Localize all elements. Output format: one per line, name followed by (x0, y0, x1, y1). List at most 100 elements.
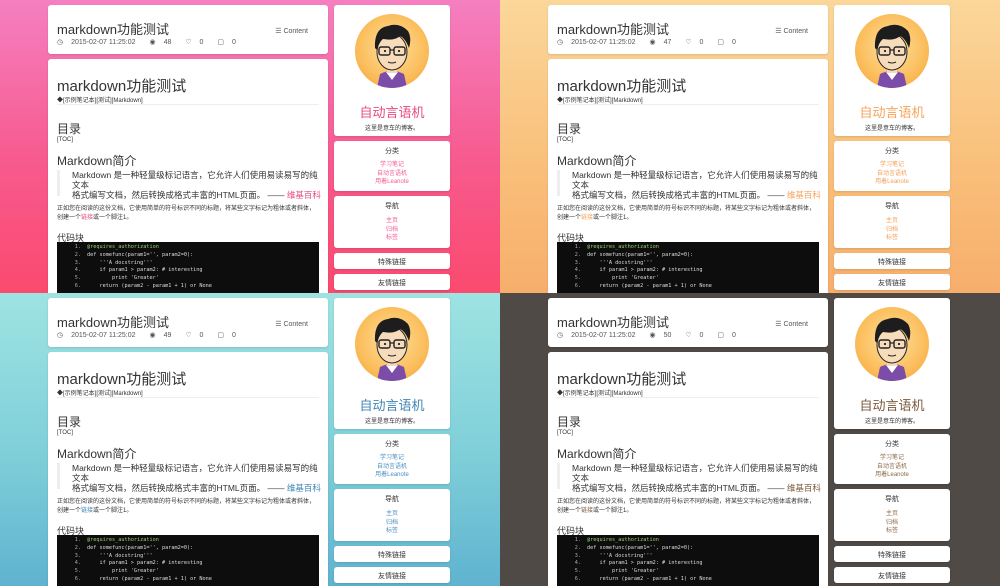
nav-link-tags[interactable]: 标签 (334, 527, 450, 536)
para-text: 或一个脚注1。 (593, 215, 633, 221)
line-number: 4. (74, 267, 81, 274)
nav-link-archive[interactable]: 归档 (334, 226, 450, 235)
comments-meta[interactable]: ▢ 0 (717, 332, 741, 339)
heading-intro: Markdown简介 (57, 447, 137, 461)
code-text: return (param2 - param1 + 1) or None (587, 282, 712, 289)
special-links-card[interactable]: 特殊链接 (834, 546, 950, 562)
friend-links-card[interactable]: 友情链接 (834, 274, 950, 290)
special-links-card[interactable]: 特殊链接 (834, 253, 950, 269)
para-text: 或一个脚注1。 (93, 215, 133, 221)
comments-meta[interactable]: ▢ 0 (217, 332, 241, 339)
category-link[interactable]: 学习笔记 (334, 161, 450, 170)
likes-meta[interactable]: ♡ 0 (685, 332, 709, 339)
quote-dash: —— (767, 190, 785, 200)
avatar[interactable] (855, 307, 929, 381)
friend-links-title[interactable]: 友情链接 (834, 278, 950, 288)
line-number: 2. (574, 544, 581, 551)
paragraph: 正如您在阅读的这份文档，它使用简单的符号标识不同的标题，将某些文字标记为粗体或者… (557, 498, 822, 516)
line-number: 1. (74, 244, 81, 250)
category-link[interactable]: 用着Leanote (834, 471, 950, 480)
article-tags[interactable]: ◆[示例笔记本][测试][Markdown] (557, 95, 643, 104)
toc-placeholder: [TOC] (57, 137, 73, 143)
article-card: markdown功能测试 ◆[示例笔记本][测试][Markdown] 目录 [… (548, 352, 828, 586)
friend-links-card[interactable]: 友情链接 (834, 567, 950, 583)
category-link[interactable]: 学习笔记 (334, 454, 450, 463)
special-links-title[interactable]: 特殊链接 (334, 257, 450, 267)
content-toggle-button[interactable]: ☰ Content (275, 27, 308, 35)
content-toggle-button[interactable]: ☰ Content (775, 320, 808, 328)
nav-link-archive[interactable]: 归档 (334, 519, 450, 528)
post-title[interactable]: markdown功能测试 (557, 312, 669, 331)
post-header-card: markdown功能测试 ◷ 2015-02-07 11:25:02 ◉ 48 … (48, 5, 328, 54)
inline-link[interactable]: 链接 (581, 215, 593, 221)
special-links-title[interactable]: 特殊链接 (834, 257, 950, 267)
blog-name[interactable]: 自动言语机 (334, 102, 450, 121)
comments-meta[interactable]: ▢ 0 (217, 39, 241, 46)
post-title[interactable]: markdown功能测试 (57, 19, 169, 38)
blog-name[interactable]: 自动言语机 (334, 395, 450, 414)
comments-meta[interactable]: ▢ 0 (717, 39, 741, 46)
likes-meta[interactable]: ♡ 0 (185, 39, 209, 46)
special-links-card[interactable]: 特殊链接 (334, 546, 450, 562)
code-text: if param1 > param2: # interesting (87, 560, 203, 567)
category-link[interactable]: 用着Leanote (334, 178, 450, 187)
post-title[interactable]: markdown功能测试 (557, 19, 669, 38)
code-text: if param1 > param2: # interesting (587, 267, 703, 274)
friend-links-title[interactable]: 友情链接 (834, 571, 950, 581)
inline-link[interactable]: 链接 (81, 508, 93, 514)
categories-card: 分类 学习笔记 自动言语机 用着Leanote (334, 141, 450, 191)
nav-link-home[interactable]: 主页 (334, 510, 450, 519)
line-number: 3. (574, 552, 581, 559)
blog-name[interactable]: 自动言语机 (834, 102, 950, 121)
nav-link-archive[interactable]: 归档 (834, 519, 950, 528)
avatar[interactable] (355, 307, 429, 381)
friend-links-card[interactable]: 友情链接 (334, 274, 450, 290)
article-tags[interactable]: ◆[示例笔记本][测试][Markdown] (57, 95, 143, 104)
category-link[interactable]: 自动言语机 (834, 170, 950, 179)
wikipedia-link[interactable]: 维基百科 (787, 483, 821, 493)
blog-name[interactable]: 自动言语机 (834, 395, 950, 414)
inline-link[interactable]: 链接 (81, 215, 93, 221)
code-line: 6. return (param2 - param1 + 1) or None (57, 576, 319, 584)
para-text: 创建一个 (57, 215, 82, 221)
friend-links-title[interactable]: 友情链接 (334, 571, 450, 581)
comment-count: 0 (731, 332, 736, 339)
content-toggle-button[interactable]: ☰ Content (775, 27, 808, 35)
wikipedia-link[interactable]: 维基百科 (287, 190, 321, 200)
article-tags[interactable]: ◆[示例笔记本][测试][Markdown] (57, 388, 143, 397)
category-link[interactable]: 用着Leanote (834, 178, 950, 187)
nav-link-home[interactable]: 主页 (834, 217, 950, 226)
category-link[interactable]: 自动言语机 (834, 463, 950, 472)
category-link[interactable]: 自动言语机 (334, 463, 450, 472)
avatar[interactable] (855, 14, 929, 88)
post-date: 2015-02-07 11:25:02 (71, 332, 136, 339)
likes-meta[interactable]: ♡ 0 (685, 39, 709, 46)
article-tags[interactable]: ◆[示例笔记本][测试][Markdown] (557, 388, 643, 397)
wikipedia-link[interactable]: 维基百科 (287, 483, 321, 493)
category-link[interactable]: 学习笔记 (834, 454, 950, 463)
friend-links-title[interactable]: 友情链接 (334, 278, 450, 288)
special-links-card[interactable]: 特殊链接 (334, 253, 450, 269)
nav-link-archive[interactable]: 归档 (834, 226, 950, 235)
friend-links-card[interactable]: 友情链接 (334, 567, 450, 583)
inline-link[interactable]: 链接 (581, 508, 593, 514)
category-link[interactable]: 用着Leanote (334, 471, 450, 480)
nav-link-home[interactable]: 主页 (834, 510, 950, 519)
post-title[interactable]: markdown功能测试 (57, 312, 169, 331)
wikipedia-link[interactable]: 维基百科 (787, 190, 821, 200)
code-text: def somefunc(param1='', param2=0): (587, 251, 694, 258)
post-meta: ◷ 2015-02-07 11:25:02 ◉ 48 ♡ 0 ▢ 0 (57, 38, 248, 46)
category-link[interactable]: 学习笔记 (834, 161, 950, 170)
special-links-title[interactable]: 特殊链接 (834, 550, 950, 560)
avatar[interactable] (355, 14, 429, 88)
special-links-title[interactable]: 特殊链接 (334, 550, 450, 560)
article-title: markdown功能测试 (57, 78, 187, 95)
category-link[interactable]: 自动言语机 (334, 170, 450, 179)
divider (557, 104, 819, 105)
nav-link-tags[interactable]: 标签 (334, 234, 450, 243)
nav-link-tags[interactable]: 标签 (834, 234, 950, 243)
likes-meta[interactable]: ♡ 0 (185, 332, 209, 339)
nav-link-home[interactable]: 主页 (334, 217, 450, 226)
content-toggle-button[interactable]: ☰ Content (275, 320, 308, 328)
nav-link-tags[interactable]: 标签 (834, 527, 950, 536)
